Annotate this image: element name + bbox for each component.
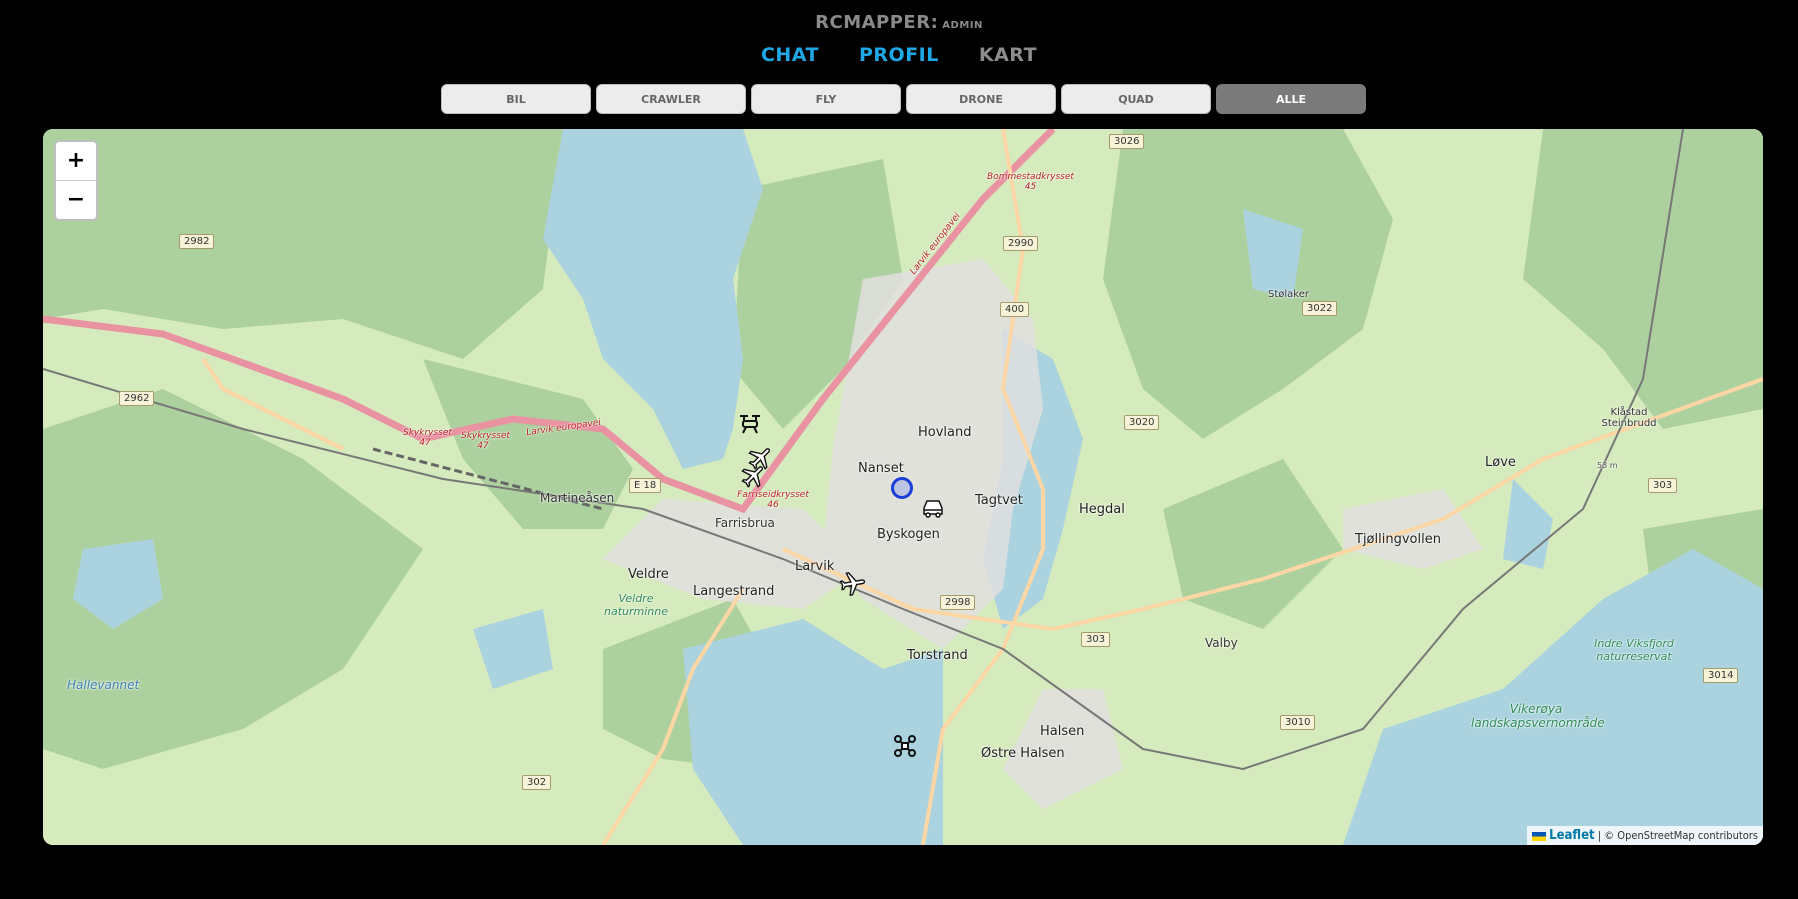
place-label: Veldre (628, 567, 669, 582)
main-nav: CHAT PROFIL KART (0, 44, 1798, 66)
road-shield: 400 (1000, 302, 1030, 317)
nature-label: Vikerøya landskapsvernområde (1471, 702, 1605, 730)
road-shield: 2998 (940, 595, 976, 610)
user-role: ADMIN (942, 20, 983, 31)
place-label: Østre Halsen (981, 746, 1065, 761)
place-label: Tjøllingvollen (1355, 532, 1441, 547)
zoom-out-button[interactable]: − (56, 180, 96, 219)
place-label: Løve (1485, 455, 1516, 470)
place-label: Tagtvet (975, 493, 1023, 508)
map-view[interactable]: Hovland Nanset Tagtvet Byskogen Larvik L… (43, 129, 1763, 845)
elevation-label: 53 m (1597, 461, 1618, 470)
road-shield: 2962 (119, 391, 155, 406)
zoom-in-button[interactable]: + (56, 142, 96, 180)
road-shield: 3022 (1302, 301, 1338, 316)
attribution-separator: | (1597, 829, 1602, 842)
road-label: Bommestadkrysset 45 (987, 172, 1074, 192)
place-label: Halsen (1040, 724, 1085, 739)
filter-fly-button[interactable]: FLY (751, 84, 901, 114)
airplane-icon[interactable] (839, 570, 867, 602)
road-shield: 3014 (1703, 668, 1739, 683)
nav-kart-link[interactable]: KART (979, 44, 1037, 66)
place-label: Torstrand (907, 648, 968, 663)
place-label: Stølaker (1268, 289, 1309, 300)
road-shield: 3020 (1124, 415, 1160, 430)
place-label: Klåstad Steinbrudd (1601, 407, 1657, 429)
nature-label: Indre Viksfjord naturreservat (1594, 637, 1674, 663)
place-label: Larvik (795, 559, 835, 574)
road-shield: 302 (522, 775, 552, 790)
road-shield: 2982 (179, 234, 215, 249)
place-label: Hovland (918, 425, 972, 440)
road-shield: 3026 (1109, 134, 1145, 149)
place-label: Nanset (858, 461, 904, 476)
nature-label: Veldre naturminne (603, 592, 668, 618)
road-shield: 303 (1081, 632, 1111, 647)
place-label: Langestrand (693, 584, 775, 599)
place-label: Farrisbrua (715, 516, 775, 530)
place-label: Byskogen (877, 527, 940, 542)
airplane-icon[interactable] (740, 462, 768, 494)
nav-chat-link[interactable]: CHAT (761, 44, 819, 66)
filter-crawler-button[interactable]: CRAWLER (596, 84, 746, 114)
road-shield: 303 (1648, 478, 1678, 493)
filter-drone-button[interactable]: DRONE (906, 84, 1056, 114)
app-name: RCMAPPER: (815, 12, 939, 33)
nav-profil-link[interactable]: PROFIL (859, 44, 939, 66)
zoom-control: + − (54, 140, 98, 221)
place-label: Hegdal (1079, 502, 1125, 517)
place-label: Martineåsen (540, 491, 615, 505)
place-label: Valby (1205, 636, 1238, 650)
water-label: Hallevannet (67, 678, 140, 692)
road-shield: E 18 (629, 478, 662, 493)
drone-icon[interactable] (737, 413, 763, 439)
ukraine-flag-icon (1532, 831, 1547, 841)
road-label: Skykrysset 47 (461, 431, 510, 451)
osm-attribution-link[interactable]: © OpenStreetMap contributors (1604, 829, 1758, 842)
filter-quad-button[interactable]: QUAD (1061, 84, 1211, 114)
leaflet-link[interactable]: Leaflet (1549, 828, 1594, 843)
quadcopter-icon[interactable] (892, 733, 918, 763)
location-circle-icon[interactable] (891, 477, 913, 499)
road-label: Skykrysset 47 (403, 428, 452, 448)
vehicle-filter-bar: BIL CRAWLER FLY DRONE QUAD ALLE (441, 84, 1366, 114)
road-shield: 3010 (1280, 715, 1316, 730)
car-icon[interactable] (921, 498, 945, 522)
road-shield: 2990 (1003, 236, 1039, 251)
map-attribution: Leaflet | © OpenStreetMap contributors (1527, 826, 1763, 845)
app-title: RCMAPPER: ADMIN (0, 12, 1798, 33)
filter-bil-button[interactable]: BIL (441, 84, 591, 114)
filter-alle-button[interactable]: ALLE (1216, 84, 1366, 114)
